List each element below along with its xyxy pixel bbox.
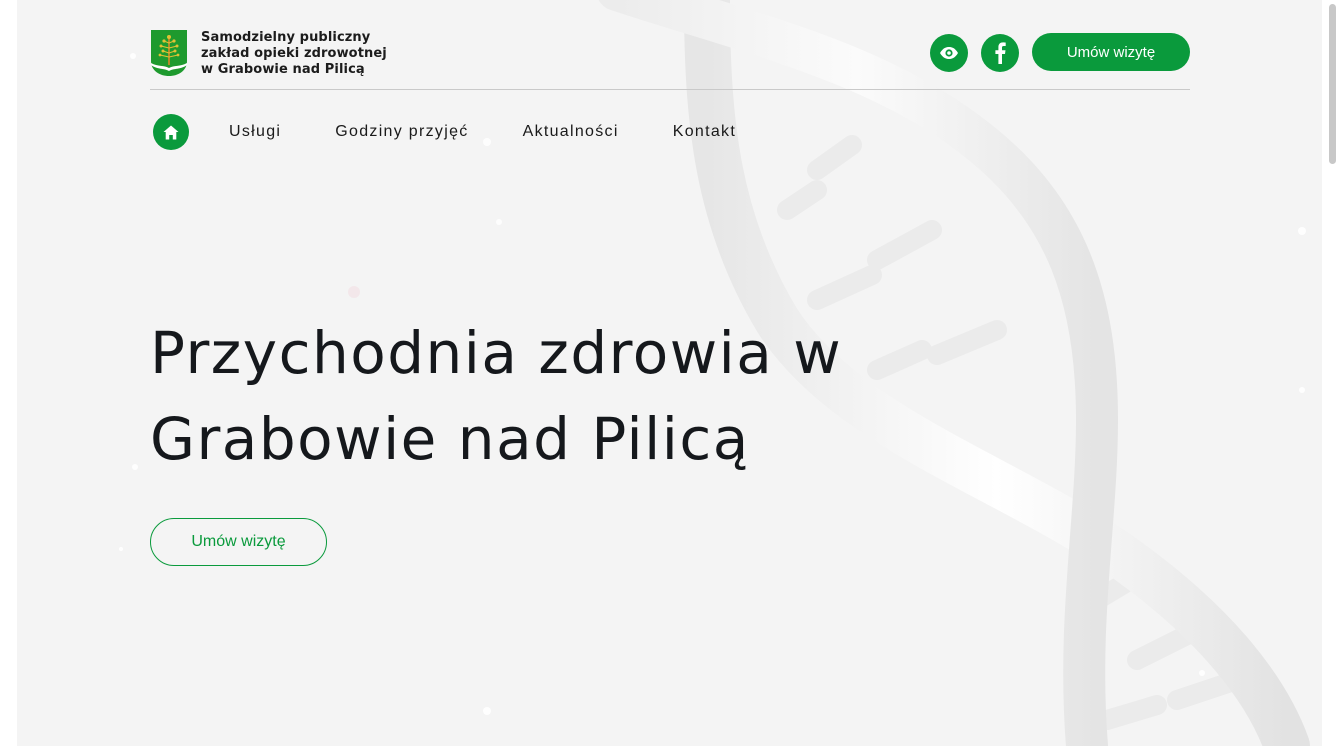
header-divider bbox=[150, 89, 1190, 90]
facebook-icon bbox=[995, 42, 1006, 64]
logo-text: Samodzielny publiczny zakład opieki zdro… bbox=[201, 30, 387, 78]
nav-item-godziny-przyjec[interactable]: Godziny przyjęć bbox=[335, 123, 468, 141]
nav-item-uslugi[interactable]: Usługi bbox=[229, 123, 281, 141]
logo-line-3: w Grabowie nad Pilicą bbox=[201, 62, 365, 77]
main-nav: Usługi Godziny przyjęć Aktualności Konta… bbox=[153, 114, 736, 150]
scrollbar-thumb[interactable] bbox=[1329, 4, 1336, 164]
book-visit-button[interactable]: Umów wizytę bbox=[1032, 33, 1190, 71]
logo-line-2: zakład opieki zdrowotnej bbox=[201, 46, 387, 61]
facebook-button[interactable] bbox=[981, 34, 1019, 72]
accessibility-button[interactable] bbox=[930, 34, 968, 72]
scrollbar[interactable] bbox=[1322, 0, 1339, 746]
home-icon bbox=[163, 125, 179, 139]
nav-item-aktualnosci[interactable]: Aktualności bbox=[523, 123, 619, 141]
logo-line-1: Samodzielny publiczny bbox=[201, 30, 371, 45]
page: Samodzielny publiczny zakład opieki zdro… bbox=[17, 0, 1322, 746]
header-actions: Umów wizytę bbox=[930, 32, 1190, 72]
home-button[interactable] bbox=[153, 114, 189, 150]
nav-item-kontakt[interactable]: Kontakt bbox=[673, 123, 736, 141]
coat-of-arms-icon bbox=[151, 30, 187, 76]
clinic-logo[interactable]: Samodzielny publiczny zakład opieki zdro… bbox=[150, 29, 387, 78]
hero-title: Przychodnia zdrowia w Grabowie nad Pilic… bbox=[150, 319, 843, 473]
eye-icon bbox=[940, 47, 958, 59]
hero-book-visit-button[interactable]: Umów wizytę bbox=[150, 518, 327, 566]
